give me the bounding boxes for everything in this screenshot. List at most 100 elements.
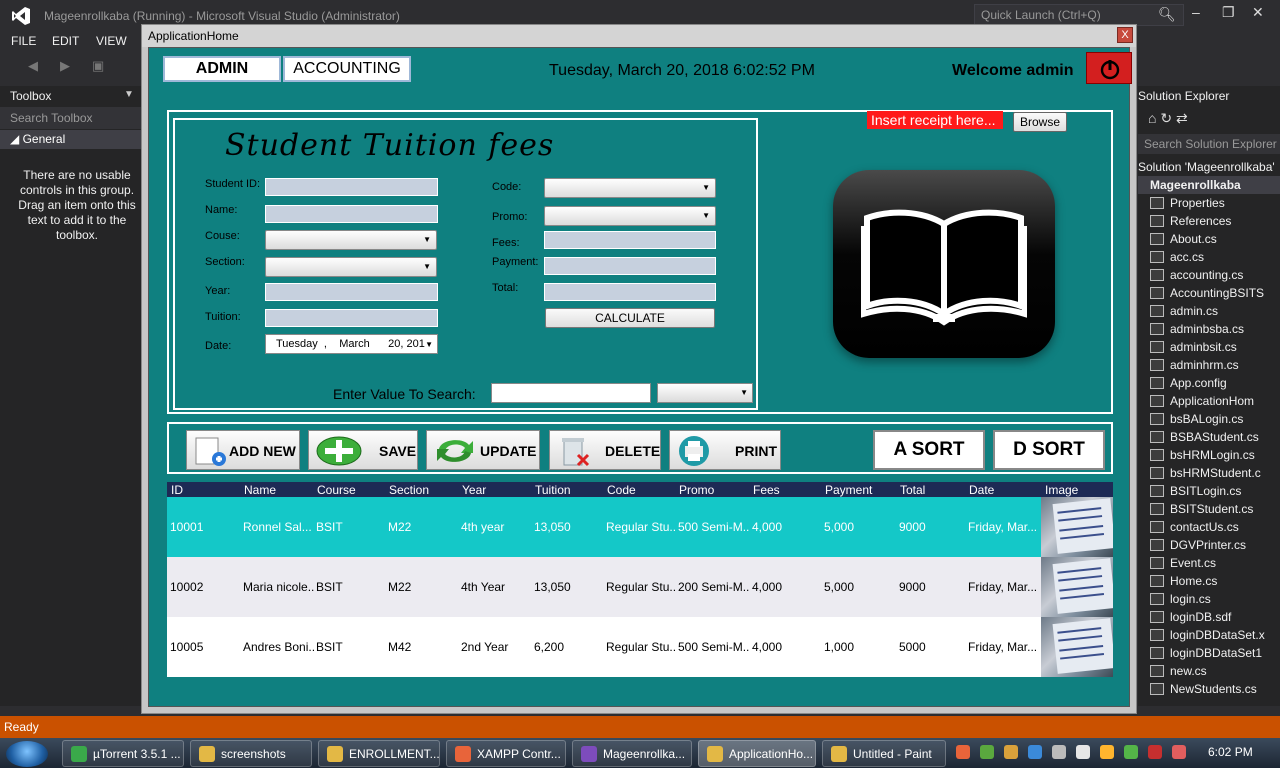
column-header[interactable]: Tuition bbox=[535, 483, 571, 497]
year-field[interactable] bbox=[265, 283, 438, 301]
taskbar-item[interactable]: XAMPP Contr... bbox=[446, 740, 566, 767]
search-icon[interactable]: 🔍︎ bbox=[1158, 6, 1176, 23]
fees-field[interactable] bbox=[544, 231, 716, 249]
solution-file-item[interactable]: adminbsit.cs bbox=[1138, 338, 1280, 356]
network-icon[interactable] bbox=[1028, 745, 1042, 759]
wifi-icon[interactable] bbox=[1076, 745, 1090, 759]
solution-file-item[interactable]: loginDBDataSet.x bbox=[1138, 626, 1280, 644]
tuition-field[interactable] bbox=[265, 309, 438, 327]
solution-file-item[interactable]: App.config bbox=[1138, 374, 1280, 392]
column-header[interactable]: Course bbox=[317, 483, 356, 497]
code-select[interactable] bbox=[544, 178, 716, 198]
restore-icon[interactable]: ❐ bbox=[1222, 4, 1235, 21]
table-row[interactable]: 10002 Maria nicole... BSIT M22 4th Year 13,05… bbox=[167, 557, 1113, 617]
solution-node[interactable]: Solution 'Mageenrollkaba' bbox=[1138, 158, 1280, 176]
table-row[interactable]: 10001 Ronnel Sal... BSIT M22 4th year 13,050 R… bbox=[167, 497, 1113, 557]
battery-icon[interactable] bbox=[1052, 745, 1066, 759]
promo-select[interactable] bbox=[544, 206, 716, 226]
xampp-tray-icon[interactable] bbox=[956, 745, 970, 759]
column-header[interactable]: Date bbox=[969, 483, 994, 497]
column-header[interactable]: Total bbox=[900, 483, 925, 497]
solution-file-item[interactable]: bsHRMStudent.c bbox=[1138, 464, 1280, 482]
taskbar-item[interactable]: screenshots bbox=[190, 740, 312, 767]
solution-file-item[interactable]: References bbox=[1138, 212, 1280, 230]
calculate-button[interactable]: CALCULATE bbox=[545, 308, 715, 328]
alert-icon[interactable] bbox=[1148, 745, 1162, 759]
column-header[interactable]: Image bbox=[1045, 483, 1078, 497]
column-header[interactable]: Fees bbox=[753, 483, 780, 497]
solution-file-item[interactable]: Properties bbox=[1138, 194, 1280, 212]
solution-file-item[interactable]: bsBALogin.cs bbox=[1138, 410, 1280, 428]
menu-edit[interactable]: EDIT bbox=[52, 34, 79, 48]
project-node[interactable]: Mageenrollkaba bbox=[1138, 176, 1280, 194]
tuition-data-grid[interactable]: ID Name Course Section Year Tuition Code Promo F… bbox=[167, 482, 1113, 677]
solution-file-item[interactable]: ApplicationHom bbox=[1138, 392, 1280, 410]
forward-icon[interactable]: ▶ bbox=[60, 58, 70, 74]
taskbar-item[interactable]: ENROLLMENT... bbox=[318, 740, 440, 767]
total-field[interactable] bbox=[544, 283, 716, 301]
browse-button[interactable]: Browse bbox=[1013, 112, 1067, 132]
solution-file-item[interactable]: loginDBDataSet1 bbox=[1138, 644, 1280, 662]
solution-file-item[interactable]: Event.cs bbox=[1138, 554, 1280, 572]
solution-file-item[interactable]: About.cs bbox=[1138, 230, 1280, 248]
taskbar-item[interactable]: ApplicationHo... bbox=[698, 740, 816, 767]
solution-file-item[interactable]: AccountingBSITS bbox=[1138, 284, 1280, 302]
column-header[interactable]: Year bbox=[462, 483, 486, 497]
solution-file-item[interactable]: contactUs.cs bbox=[1138, 518, 1280, 536]
taskbar-item[interactable]: µTorrent 3.5.1 ... bbox=[62, 740, 184, 767]
date-picker[interactable]: Tuesday , March 20, 201 bbox=[265, 334, 438, 354]
taskbar-clock[interactable]: 6:02 PM bbox=[1208, 745, 1253, 759]
print-button[interactable]: PRINT bbox=[669, 430, 781, 470]
update-button[interactable]: UPDATE bbox=[426, 430, 540, 470]
column-header[interactable]: Payment bbox=[825, 483, 872, 497]
minimize-icon[interactable]: – bbox=[1192, 4, 1200, 20]
search-column-select[interactable] bbox=[657, 383, 753, 403]
column-header[interactable]: Promo bbox=[679, 483, 714, 497]
search-input[interactable] bbox=[491, 383, 651, 403]
toolbox-search-input[interactable]: Search Toolbox bbox=[0, 107, 142, 129]
quick-launch-input[interactable]: Quick Launch (Ctrl+Q) bbox=[974, 4, 1184, 26]
record-icon[interactable] bbox=[1172, 745, 1186, 759]
solution-file-item[interactable]: login.cs bbox=[1138, 590, 1280, 608]
solution-file-item[interactable]: adminbsba.cs bbox=[1138, 320, 1280, 338]
solution-search-input[interactable]: Search Solution Explorer ( bbox=[1138, 134, 1280, 154]
add-new-button[interactable]: ADD NEW bbox=[186, 430, 300, 470]
section-select[interactable] bbox=[265, 257, 437, 277]
utorrent-tray-icon[interactable] bbox=[1124, 745, 1138, 759]
logout-button[interactable] bbox=[1086, 52, 1132, 84]
close-icon[interactable]: X bbox=[1117, 27, 1133, 43]
table-row[interactable]: 10005 Andres Boni... BSIT M42 2nd Year 6,200 R… bbox=[167, 617, 1113, 677]
back-icon[interactable]: ◀ bbox=[28, 58, 38, 74]
new-project-icon[interactable]: ▣ bbox=[92, 58, 104, 74]
solution-file-item[interactable]: admin.cs bbox=[1138, 302, 1280, 320]
solution-file-item[interactable]: adminhrm.cs bbox=[1138, 356, 1280, 374]
course-select[interactable] bbox=[265, 230, 437, 250]
solution-file-item[interactable]: DGVPrinter.cs bbox=[1138, 536, 1280, 554]
toolbox-group-general[interactable]: ◢ General bbox=[0, 130, 142, 149]
column-header[interactable]: ID bbox=[171, 483, 183, 497]
solution-file-item[interactable]: accounting.cs bbox=[1138, 266, 1280, 284]
name-field[interactable] bbox=[265, 205, 438, 223]
ascending-sort-button[interactable]: A SORT bbox=[873, 430, 985, 470]
menu-view[interactable]: VIEW bbox=[96, 34, 127, 48]
solution-file-item[interactable]: new.cs bbox=[1138, 662, 1280, 680]
descending-sort-button[interactable]: D SORT bbox=[993, 430, 1105, 470]
payment-field[interactable] bbox=[544, 257, 716, 275]
delete-button[interactable]: DELETE bbox=[549, 430, 661, 470]
home-icon[interactable]: ⌂ ↻ ⇄ bbox=[1148, 110, 1188, 127]
column-header[interactable]: Name bbox=[244, 483, 276, 497]
solution-file-item[interactable]: BSBAStudent.cs bbox=[1138, 428, 1280, 446]
solution-file-item[interactable]: BSITStudent.cs bbox=[1138, 500, 1280, 518]
student-id-field[interactable] bbox=[265, 178, 438, 196]
solution-file-item[interactable]: BSITLogin.cs bbox=[1138, 482, 1280, 500]
solution-file-item[interactable]: acc.cs bbox=[1138, 248, 1280, 266]
menu-file[interactable]: FILE bbox=[11, 34, 36, 48]
solution-file-item[interactable]: loginDB.sdf bbox=[1138, 608, 1280, 626]
solution-file-item[interactable]: bsHRMLogin.cs bbox=[1138, 446, 1280, 464]
taskbar-item[interactable]: Untitled - Paint bbox=[822, 740, 946, 767]
column-header[interactable]: Section bbox=[389, 483, 429, 497]
save-button[interactable]: SAVE bbox=[308, 430, 418, 470]
accounting-tab-button[interactable]: ACCOUNTING bbox=[283, 56, 411, 82]
shield-tray-icon[interactable] bbox=[980, 745, 994, 759]
solution-file-item[interactable]: Home.cs bbox=[1138, 572, 1280, 590]
